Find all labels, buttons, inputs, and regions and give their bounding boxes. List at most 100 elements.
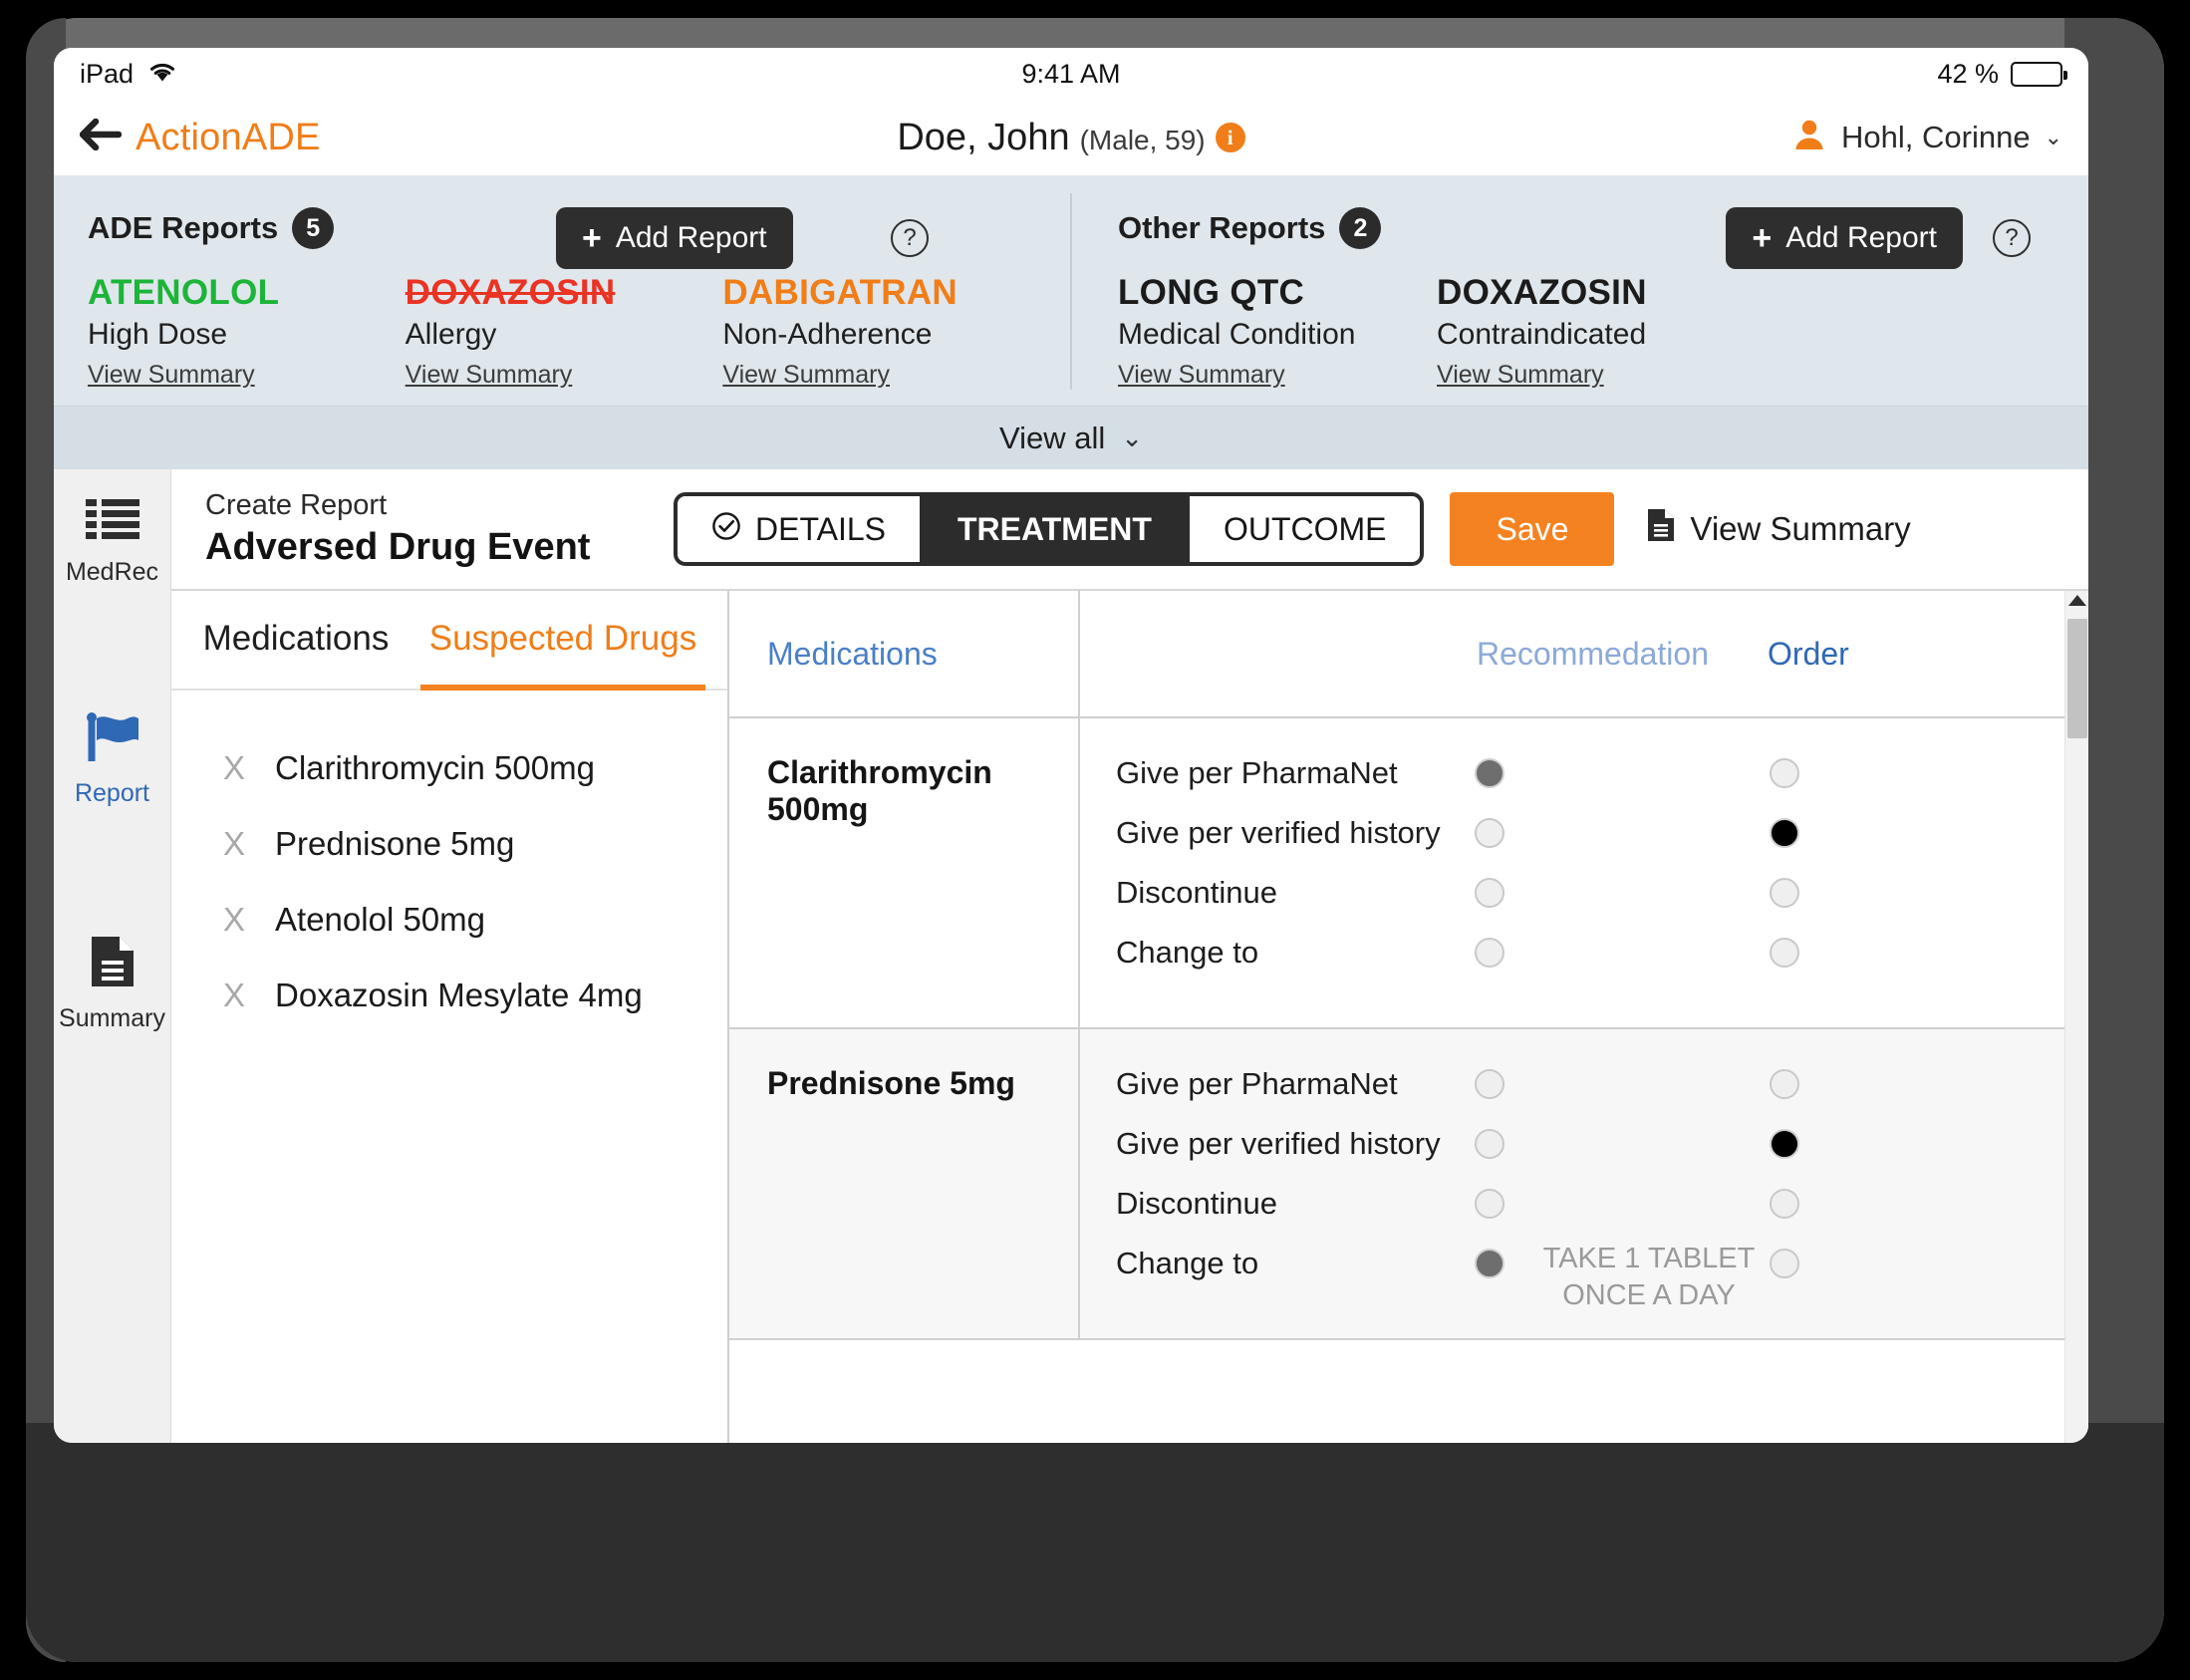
view-all-toggle[interactable]: View all ⌄ xyxy=(54,406,2088,470)
view-all-label: View all xyxy=(998,420,1106,455)
drug-name: Doxazosin Mesylate 4mg xyxy=(275,977,643,1014)
sidebar-item-medrec[interactable]: MedRec xyxy=(54,497,170,587)
remove-icon[interactable]: X xyxy=(223,749,245,787)
drug-selection-panel: Medications Suspected Drugs X Clarithrom… xyxy=(171,591,729,1443)
option-label: Discontinue xyxy=(1116,1186,1277,1222)
list-item[interactable]: ATENOLOL High Dose View Summary xyxy=(88,273,406,390)
tab-treatment[interactable]: TREATMENT xyxy=(924,496,1190,563)
recommendation-radio[interactable] xyxy=(1475,1189,1505,1220)
chevron-down-icon: ⌄ xyxy=(1121,422,1144,453)
save-button[interactable]: Save xyxy=(1450,492,1615,567)
list-item[interactable]: X Clarithromycin 500mg xyxy=(171,730,727,806)
plus-icon: + xyxy=(582,219,602,257)
recommendation-radio[interactable] xyxy=(1475,1129,1505,1160)
view-summary-link[interactable]: View Summary xyxy=(722,361,890,390)
back-arrow-icon[interactable] xyxy=(79,118,123,157)
wifi-icon xyxy=(147,59,177,90)
view-summary-button[interactable]: View Summary xyxy=(1646,507,1911,551)
scrollbar-thumb[interactable] xyxy=(2067,619,2087,739)
patient-header: Doe, John (Male, 59) i xyxy=(54,117,2088,159)
order-radio[interactable] xyxy=(1770,758,1799,789)
view-summary-link[interactable]: View Summary xyxy=(406,361,573,390)
recommendation-radio[interactable] xyxy=(1475,758,1505,789)
sidebar-item-summary[interactable]: Summary xyxy=(54,934,170,1033)
add-other-report-label: Add Report xyxy=(1785,221,1937,254)
view-summary-link[interactable]: View Summary xyxy=(1437,361,1604,390)
tab-suspected-drugs[interactable]: Suspected Drugs xyxy=(420,591,705,692)
create-report-kicker: Create Report xyxy=(205,489,388,522)
list-item[interactable]: DOXAZOSIN Allergy View Summary xyxy=(406,273,723,390)
other-reports-column: Other Reports 2 + Add Report ? LONG QTC … xyxy=(1070,193,2088,391)
app-brand-title[interactable]: ActionADE xyxy=(136,117,321,159)
sidebar-item-label: Report xyxy=(74,779,150,808)
user-menu[interactable]: Hohl, Corinne ⌄ xyxy=(1791,117,2062,158)
reports-panel: ADE Reports 5 + Add Report ? ATENOLOL Hi… xyxy=(54,175,2088,407)
check-circle-icon xyxy=(711,511,741,547)
remove-icon[interactable]: X xyxy=(223,901,245,939)
add-ade-report-button[interactable]: + Add Report xyxy=(556,207,793,269)
order-radio[interactable] xyxy=(1770,1249,1799,1279)
list-item[interactable]: DOXAZOSIN Contraindicated View Summary xyxy=(1437,273,1756,390)
report-step-tabs: DETAILS TREATMENT OUTCOME xyxy=(674,492,1425,567)
list-item[interactable]: X Doxazosin Mesylate 4mg xyxy=(171,958,727,1033)
ade-help-icon[interactable]: ? xyxy=(891,219,929,257)
table-empty-area xyxy=(729,1340,2088,1443)
main-area: MedRec Report Summary Create Report Adve… xyxy=(54,469,2088,1443)
ipad-device-frame: iPad 9:41 AM 42 % ActionADE Doe, John (M… xyxy=(26,18,2164,1662)
other-help-icon[interactable]: ? xyxy=(1993,219,2031,257)
option-row: Change to xyxy=(1080,928,2088,987)
document-icon xyxy=(1646,507,1676,551)
recommendation-radio[interactable] xyxy=(1475,1069,1505,1100)
add-ade-report-label: Add Report xyxy=(615,221,767,254)
option-label: Discontinue xyxy=(1116,875,1277,911)
other-reports-count-badge: 2 xyxy=(1339,207,1382,249)
list-item[interactable]: DABIGATRAN Non-Adherence View Summary xyxy=(722,273,1040,390)
list-item[interactable]: LONG QTC Medical Condition View Summary xyxy=(1118,273,1437,390)
add-other-report-button[interactable]: + Add Report xyxy=(1726,207,1963,269)
order-radio[interactable] xyxy=(1770,1189,1799,1220)
order-radio[interactable] xyxy=(1770,938,1799,969)
status-bar-left: iPad xyxy=(80,59,177,90)
info-icon[interactable]: i xyxy=(1215,123,1245,152)
option-label: Give per PharmaNet xyxy=(1116,755,1398,791)
device-label: iPad xyxy=(80,58,135,89)
view-summary-link[interactable]: View Summary xyxy=(88,361,255,390)
row-medication-name: Clarithromycin 500mg xyxy=(729,718,1080,1028)
tab-outcome-label: OUTCOME xyxy=(1223,510,1387,547)
order-radio[interactable] xyxy=(1770,878,1799,909)
recommendation-radio[interactable] xyxy=(1475,938,1505,969)
option-row: Give per PharmaNet xyxy=(1080,748,2088,808)
order-radio[interactable] xyxy=(1770,1129,1799,1160)
option-label: Give per PharmaNet xyxy=(1116,1066,1398,1102)
tab-details[interactable]: DETAILS xyxy=(678,496,924,563)
status-bar-time: 9:41 AM xyxy=(1021,58,1121,89)
sidebar-item-report[interactable]: Report xyxy=(54,712,170,808)
list-item[interactable]: X Atenolol 50mg xyxy=(171,882,727,958)
device-bezel: iPad 9:41 AM 42 % ActionADE Doe, John (M… xyxy=(26,18,2164,1662)
tab-medications[interactable]: Medications xyxy=(171,591,420,691)
report-reason: Medical Condition xyxy=(1118,318,1356,352)
treatment-table-header: Medications Recommedation Order xyxy=(729,591,2088,719)
option-label: Give per verified history xyxy=(1116,815,1441,851)
tab-outcome[interactable]: OUTCOME xyxy=(1189,496,1421,563)
order-radio[interactable] xyxy=(1770,818,1799,849)
vertical-scrollbar[interactable] xyxy=(2064,591,2088,1443)
tab-details-label: DETAILS xyxy=(755,510,886,547)
recommendation-radio[interactable] xyxy=(1475,818,1505,849)
recommendation-radio[interactable] xyxy=(1475,878,1505,909)
ade-reports-list: ATENOLOL High Dose View Summary DOXAZOSI… xyxy=(88,273,1040,390)
option-row: Change to TAKE 1 TABLET ONCE A DAY xyxy=(1080,1239,2088,1311)
remove-icon[interactable]: X xyxy=(223,825,245,863)
view-summary-link[interactable]: View Summary xyxy=(1118,361,1285,390)
order-radio[interactable] xyxy=(1770,1069,1799,1100)
remove-icon[interactable]: X xyxy=(223,977,245,1014)
option-label: Change to xyxy=(1116,935,1259,971)
option-row: Give per verified history xyxy=(1080,808,2088,868)
recommendation-radio[interactable] xyxy=(1475,1249,1505,1279)
bezel-bottom xyxy=(26,1423,2164,1662)
option-row: Discontinue xyxy=(1080,1179,2088,1239)
scroll-up-arrow-icon[interactable] xyxy=(2067,595,2086,607)
table-row: Prednisone 5mg Give per PharmaNet Give p… xyxy=(729,1029,2088,1341)
list-item[interactable]: X Prednisone 5mg xyxy=(171,806,727,882)
report-toolbar: Create Report Adversed Drug Event DETAIL… xyxy=(171,469,2088,592)
